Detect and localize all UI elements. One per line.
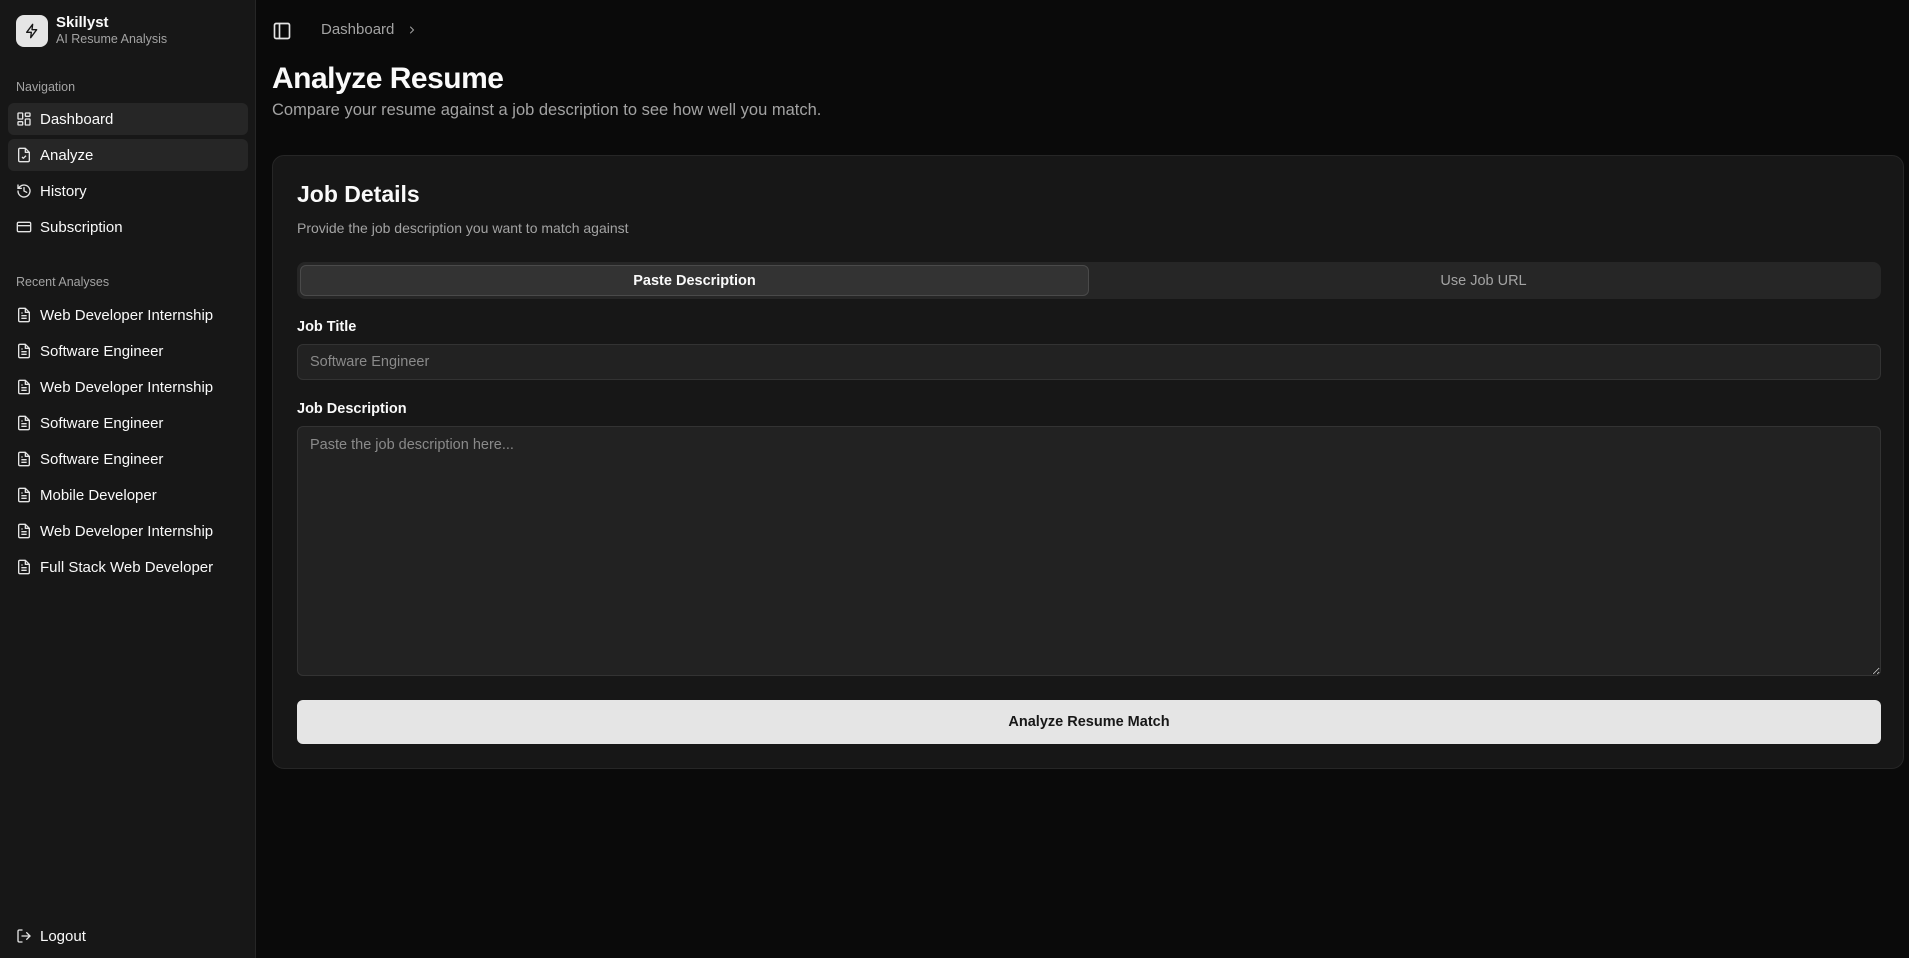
lightning-icon [16, 15, 48, 47]
recent-item[interactable]: Web Developer Internship [8, 299, 248, 331]
recent-item-label: Mobile Developer [40, 486, 157, 504]
recent-item-label: Software Engineer [40, 414, 164, 432]
file-text-icon [18, 523, 30, 539]
sidebar-item-label: Subscription [40, 218, 123, 236]
nav-group-label: Navigation [16, 80, 76, 94]
recent-item-label: Software Engineer [40, 450, 164, 468]
recent-item-label: Full Stack Web Developer [40, 558, 214, 576]
tab-paste-description[interactable]: Paste Description [300, 265, 1089, 296]
job-title-input[interactable] [297, 344, 1881, 380]
history-icon [17, 184, 31, 198]
main-nav: Dashboard Analyze History Subscription [8, 103, 248, 247]
sidebar-item-subscription[interactable]: Subscription [8, 211, 248, 243]
brand[interactable]: Skillyst AI Resume Analysis [16, 14, 167, 48]
file-text-icon [18, 415, 30, 431]
sidebar-item-dashboard[interactable]: Dashboard [8, 103, 248, 135]
input-mode-tabs: Paste Description Use Job URL [297, 262, 1881, 299]
breadcrumb-dashboard[interactable]: Dashboard [321, 21, 394, 38]
file-text-icon [18, 487, 30, 503]
logout-icon [17, 929, 31, 943]
sidebar-item-label: Analyze [40, 146, 94, 164]
card-title: Job Details [297, 181, 420, 207]
logout-container: Logout [8, 920, 248, 956]
sidebar-toggle-icon[interactable] [272, 21, 292, 41]
recent-item-label: Software Engineer [40, 342, 164, 360]
file-check-icon [18, 147, 30, 163]
grid-icon [17, 112, 31, 126]
logout-label: Logout [40, 927, 86, 945]
file-text-icon [18, 343, 30, 359]
file-text-icon [18, 451, 30, 467]
recent-item[interactable]: Software Engineer [8, 443, 248, 475]
credit-card-icon [16, 221, 32, 233]
recent-item[interactable]: Software Engineer [8, 335, 248, 367]
file-text-icon [18, 307, 30, 323]
recent-item[interactable]: Mobile Developer [8, 479, 248, 511]
recent-group-label: Recent Analyses [16, 275, 110, 289]
sidebar: Skillyst AI Resume Analysis Navigation D… [0, 0, 256, 958]
page-subtitle: Compare your resume against a job descri… [272, 101, 822, 119]
sidebar-item-history[interactable]: History [8, 175, 248, 207]
card-description: Provide the job description you want to … [297, 220, 629, 236]
breadcrumb: Dashboard [321, 21, 418, 38]
recent-analyses-list: Web Developer Internship Software Engine… [8, 299, 248, 587]
sidebar-item-analyze[interactable]: Analyze [8, 139, 248, 171]
job-title-label: Job Title [297, 319, 357, 335]
recent-item[interactable]: Web Developer Internship [8, 515, 248, 547]
brand-tagline: AI Resume Analysis [56, 32, 168, 46]
job-details-card: Job Details Provide the job description … [272, 155, 1904, 769]
analyze-resume-match-button[interactable]: Analyze Resume Match [297, 700, 1881, 744]
recent-item-label: Web Developer Internship [40, 306, 214, 324]
page-title: Analyze Resume [272, 62, 504, 95]
logout-button[interactable]: Logout [8, 920, 248, 952]
job-description-label: Job Description [297, 401, 407, 417]
file-text-icon [18, 379, 30, 395]
file-text-icon [18, 559, 30, 575]
recent-item-label: Web Developer Internship [40, 522, 214, 540]
recent-item[interactable]: Software Engineer [8, 407, 248, 439]
recent-item[interactable]: Web Developer Internship [8, 371, 248, 403]
job-description-textarea[interactable] [297, 426, 1881, 676]
chevron-right-icon [410, 26, 415, 33]
tab-use-job-url[interactable]: Use Job URL [1089, 265, 1878, 296]
recent-item[interactable]: Full Stack Web Developer [8, 551, 248, 583]
recent-item-label: Web Developer Internship [40, 378, 214, 396]
sidebar-item-label: History [40, 182, 87, 200]
brand-name: Skillyst [56, 14, 109, 31]
sidebar-item-label: Dashboard [40, 110, 114, 128]
